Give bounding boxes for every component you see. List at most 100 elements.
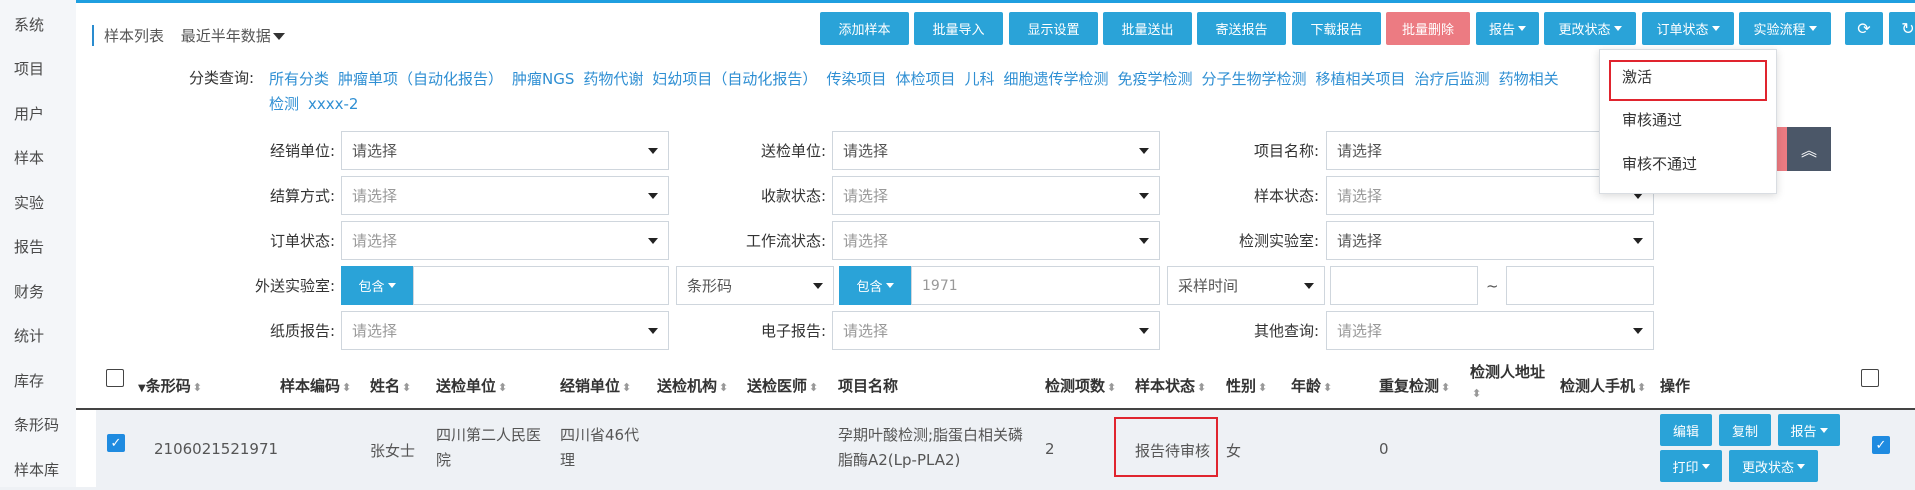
nav-item-sample[interactable]: 样本 [14,147,44,168]
cell-count: 2 [1045,440,1055,458]
dealer-select[interactable]: 请选择 [341,131,669,170]
batch-send-button[interactable]: 批量送出 [1103,12,1192,45]
report-menu-button[interactable]: 报告 [1476,12,1539,45]
col-dealer[interactable]: 经销单位 ⬍ [560,375,631,396]
nav-item-lab[interactable]: 实验 [14,192,44,213]
category-link[interactable]: 药物代谢 [583,70,643,88]
order-status-select[interactable]: 请选择 [341,221,669,260]
approve-menu-item[interactable]: 审核通过 [1622,109,1682,130]
time-field-select[interactable]: 采样时间 [1167,266,1325,305]
barcode-field-select[interactable]: 条形码 [676,266,834,305]
outsource-lab-mode-button[interactable]: 包含 [341,266,413,305]
col-repeat[interactable]: 重复检测 ⬍ [1379,375,1450,396]
col-dealer-label: 经销单位 [560,377,621,395]
check-icon: ✓ [1875,437,1887,453]
sort-icon: ⬍ [1441,381,1451,394]
category-link[interactable]: 免疫学检测 [1118,70,1193,88]
outsource-lab-input[interactable] [413,266,669,305]
col-barcode[interactable]: ▼条形码 ⬍ [138,375,202,396]
workflow-label: 实验流程 [1753,23,1806,38]
col-send-org[interactable]: 送检机构 ⬍ [657,375,728,396]
paper-report-select[interactable]: 请选择 [341,311,669,350]
workflow-button[interactable]: 实验流程 [1739,12,1831,45]
category-link[interactable]: 妇幼项目（自动化报告） [652,70,817,88]
mail-report-button[interactable]: 寄送报告 [1197,12,1286,45]
col-send-unit[interactable]: 送检单位 ⬍ [436,375,507,396]
display-settings-button[interactable]: 显示设置 [1009,12,1098,45]
col-address[interactable]: 检测人地址 ⬍ [1470,362,1545,404]
col-status[interactable]: 样本状态 ⬍ [1135,375,1206,396]
nav-item-user[interactable]: 用户 [14,103,44,124]
col-name[interactable]: 姓名 ⬍ [370,375,411,396]
category-link[interactable]: 肿瘤NGS [512,70,574,88]
caret-down-icon: ▼ [138,383,146,394]
order-status-button[interactable]: 订单状态 [1642,12,1734,45]
col-age[interactable]: 年龄 ⬍ [1291,375,1332,396]
cell-project: 孕期叶酸检测;脂蛋白相关磷 脂酶A2(Lp-PLA2) [838,423,1023,473]
nav-item-project[interactable]: 项目 [14,58,44,79]
category-link[interactable]: 肿瘤单项（自动化报告） [338,70,503,88]
reject-menu-item[interactable]: 审核不通过 [1622,153,1697,174]
edit-button[interactable]: 编辑 [1660,414,1712,446]
change-status-button[interactable]: 更改状态 [1544,12,1636,45]
barcode-mode-button[interactable]: 包含 [839,266,911,305]
row-change-status-button[interactable]: 更改状态 [1729,450,1818,482]
e-report-label: 电子报告: [760,322,826,340]
col-project[interactable]: 项目名称 [838,375,898,396]
cell-project-line2: 脂酶A2(Lp-PLA2) [838,451,961,469]
nav-item-biobank[interactable]: 样本库 [14,459,59,480]
workflow-status-select[interactable]: 请选择 [832,221,1160,260]
print-button[interactable]: 打印 [1660,450,1722,482]
other-query-select[interactable]: 请选择 [1326,311,1654,350]
barcode-input[interactable]: 1971 [911,266,1160,305]
col-gender[interactable]: 性别 ⬍ [1226,375,1267,396]
download-report-button[interactable]: 下载报告 [1292,12,1381,45]
column-toggle-checkbox[interactable] [1861,369,1879,387]
col-doctor[interactable]: 送检医师 ⬍ [747,375,818,396]
batch-delete-button[interactable]: 批量删除 [1386,12,1470,45]
row-checkbox-right[interactable]: ✓ [1872,436,1890,454]
category-link[interactable]: 治疗后监测 [1415,70,1490,88]
col-phone[interactable]: 检测人手机 ⬍ [1560,375,1646,396]
col-sample-code[interactable]: 样本编码 ⬍ [280,375,351,396]
row-report-button[interactable]: 报告 [1778,414,1840,446]
dealer-label: 经销单位: [269,142,335,160]
nav-item-finance[interactable]: 财务 [14,281,44,302]
category-link[interactable]: 传染项目 [826,70,886,88]
category-link[interactable]: 体检项目 [895,70,955,88]
nav-item-report[interactable]: 报告 [14,236,44,257]
activate-highlight-box [1609,60,1767,101]
time-start-input[interactable] [1330,266,1478,305]
category-link[interactable]: xxxx-2 [308,95,358,113]
row-checkbox[interactable]: ✓ [107,434,125,452]
time-end-input[interactable] [1506,266,1654,305]
category-link[interactable]: 分子生物学检测 [1202,70,1307,88]
test-lab-select[interactable]: 请选择 [1326,221,1654,260]
col-count[interactable]: 检测项数 ⬍ [1045,375,1116,396]
category-link[interactable]: 移植相关项目 [1316,70,1406,88]
e-report-select[interactable]: 请选择 [832,311,1160,350]
nav-item-system[interactable]: 系统 [14,14,44,35]
category-label: 分类查询: [189,69,255,87]
settle-select[interactable]: 请选择 [341,176,669,215]
other-query-value: 请选择 [1337,322,1383,340]
pay-status-select[interactable]: 请选择 [832,176,1160,215]
copy-button[interactable]: 复制 [1719,414,1771,446]
redo-button[interactable]: ↻ [1889,12,1915,45]
send-unit-select[interactable]: 请选择 [832,131,1160,170]
add-sample-button[interactable]: 添加样本 [820,12,909,45]
cell-send-unit-line1: 四川第二人民医 [436,426,542,444]
select-all-checkbox[interactable] [106,369,124,387]
collapse-filters-button[interactable]: ︽ [1787,127,1831,171]
nav-item-barcode[interactable]: 条形码 [14,414,59,435]
caret-down-icon [648,238,658,244]
nav-item-inventory[interactable]: 库存 [14,370,44,391]
category-link[interactable]: 儿科 [964,70,994,88]
range-select[interactable]: 最近半年数据 [181,27,271,45]
batch-import-button[interactable]: 批量导入 [914,12,1003,45]
nav-item-stats[interactable]: 统计 [14,325,44,346]
refresh-button[interactable]: ⟳ [1845,12,1883,45]
category-link[interactable]: 所有分类 [269,70,329,88]
caret-down-icon [1139,148,1149,154]
category-link[interactable]: 细胞遗传学检测 [1003,70,1108,88]
